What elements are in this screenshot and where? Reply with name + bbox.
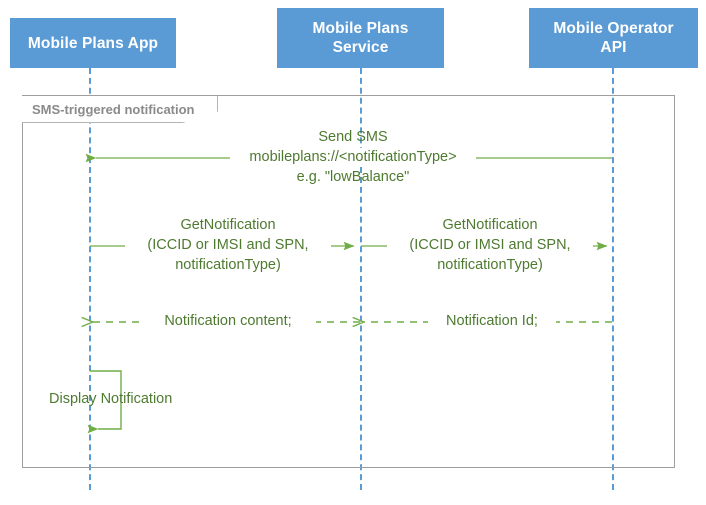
participant-app[interactable]: Mobile Plans App bbox=[10, 18, 176, 68]
participant-service-label: Mobile Plans Service bbox=[312, 20, 409, 56]
participant-operator[interactable]: Mobile Operator API bbox=[529, 8, 698, 68]
fragment-label-box: SMS-triggered notification bbox=[22, 96, 218, 123]
sequence-diagram-canvas: SMS-triggered notification Mobile Plans … bbox=[0, 0, 706, 505]
message-label-m3-line1: GetNotification bbox=[442, 217, 538, 233]
message-label-m3-line3: notificationType) bbox=[437, 257, 543, 273]
participant-operator-label: Mobile Operator API bbox=[553, 20, 674, 56]
participant-service[interactable]: Mobile Plans Service bbox=[277, 8, 444, 68]
message-label-m4: Notification Id; bbox=[428, 312, 556, 331]
message-label-m5: Notification content; bbox=[140, 312, 316, 331]
message-label-m3-line2: (ICCID or IMSI and SPN, bbox=[387, 236, 593, 255]
message-label-m1-line2: mobileplans://<notificationType> bbox=[230, 148, 476, 167]
participant-app-label: Mobile Plans App bbox=[27, 34, 159, 52]
fragment-label-text: SMS-triggered notification bbox=[32, 101, 195, 117]
message-label-m1-line1: Send SMS bbox=[318, 129, 388, 145]
message-label-m1-line3: e.g. "lowBalance" bbox=[296, 169, 410, 185]
message-label-m2-line2: (ICCID or IMSI and SPN, bbox=[125, 236, 331, 255]
message-label-m2-line1: GetNotification bbox=[180, 217, 276, 233]
message-label-m6: Display Notification bbox=[49, 391, 173, 407]
message-label-m2-line3: notificationType) bbox=[175, 257, 281, 273]
